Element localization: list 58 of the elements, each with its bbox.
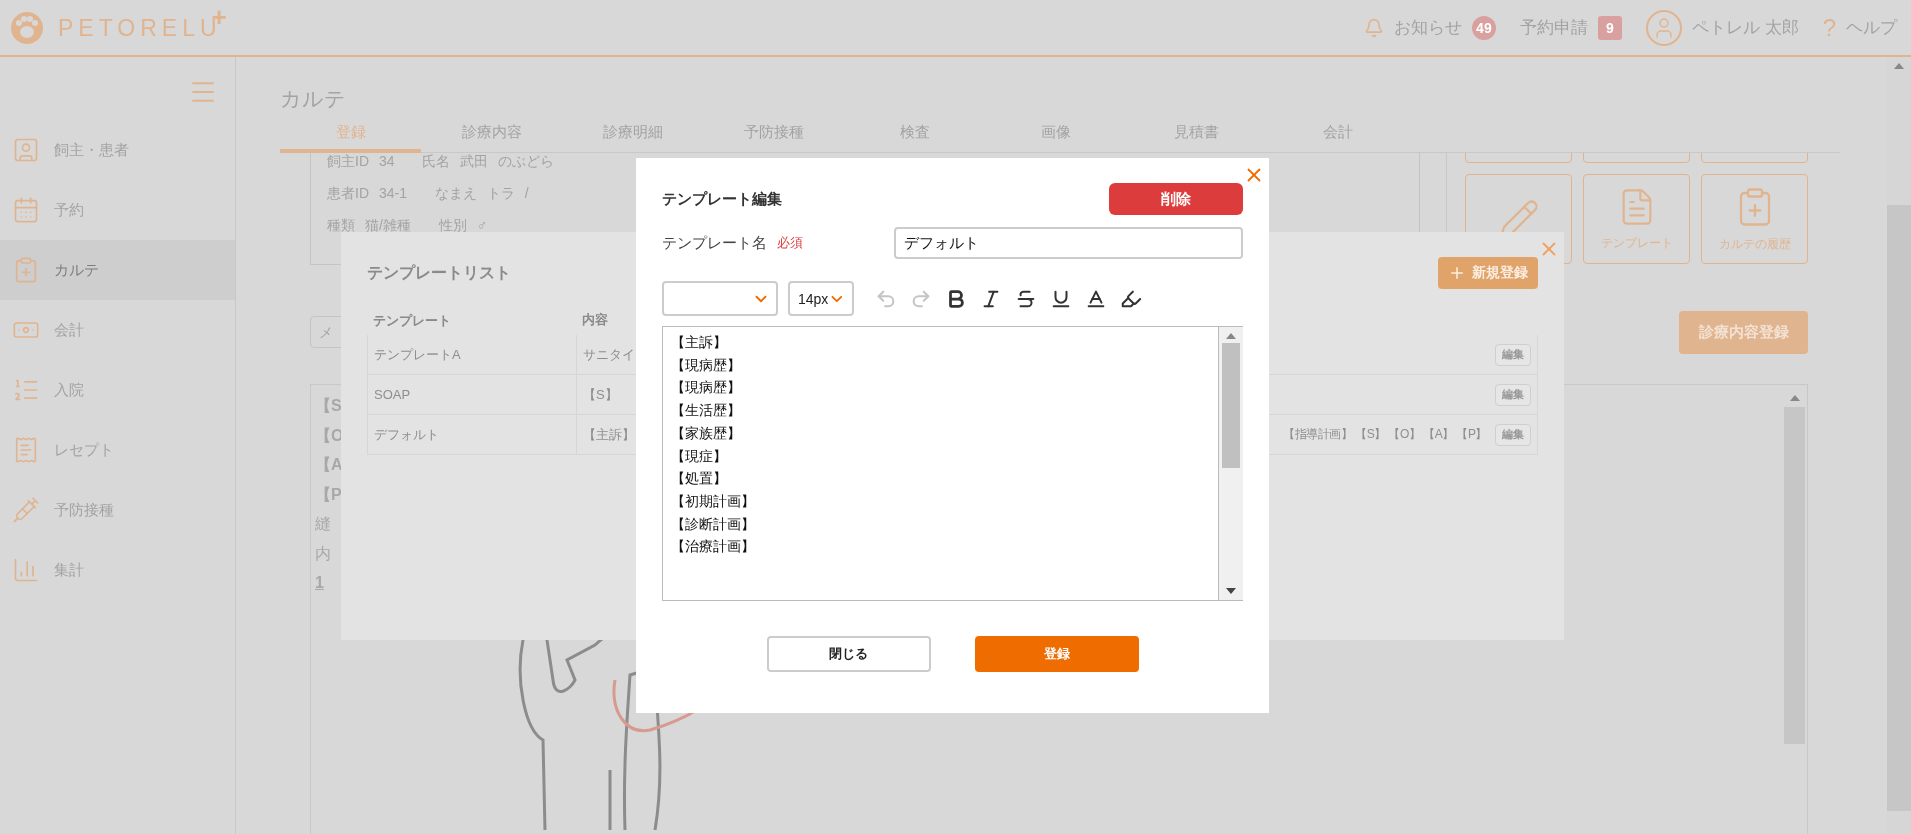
avatar-icon[interactable] bbox=[1645, 9, 1682, 46]
editor-line: 【診断計画】 bbox=[671, 514, 755, 534]
font-select[interactable] bbox=[662, 281, 778, 316]
register-button[interactable]: 登録 bbox=[974, 636, 1139, 672]
edit-button[interactable]: 編集 bbox=[1495, 383, 1531, 406]
scroll-down-icon[interactable] bbox=[1226, 588, 1236, 594]
card-label: テンプレート bbox=[1600, 234, 1673, 252]
help-icon[interactable]: ? bbox=[1822, 13, 1836, 42]
table-cell: デフォルト bbox=[374, 425, 439, 444]
contact-card-icon bbox=[12, 136, 40, 164]
table-cell: サニタイ bbox=[583, 345, 635, 364]
editor-line: 【現症】 bbox=[671, 446, 727, 466]
close-button[interactable]: 閉じる bbox=[766, 636, 931, 672]
editor-area[interactable]: 【主訴】 【現病歴】 【現病歴】 【生活歴】 【家族歴】 【現症】 【処置】 【初期計画】 【診断計画】 【治療計画】 bbox=[662, 326, 1243, 601]
edit-button[interactable]: 編集 bbox=[1495, 343, 1531, 366]
table-cell: 【主訴】 bbox=[583, 425, 635, 444]
editor-line: 【初期計画】 bbox=[671, 491, 755, 511]
shortcut-card[interactable]: カルテの履歴 bbox=[1701, 174, 1808, 264]
table-cell: 【S】 bbox=[583, 385, 618, 404]
template-name-field[interactable]: デフォルト bbox=[894, 227, 1243, 259]
sidebar-label: カルテ bbox=[54, 260, 99, 280]
dialog-title: テンプレートリスト bbox=[367, 262, 511, 283]
editor-line: 【家族歴】 bbox=[671, 423, 741, 443]
edit-button[interactable]: 編集 bbox=[1495, 423, 1531, 446]
editor-line: 【生活歴】 bbox=[671, 401, 741, 421]
column-header: 内容 bbox=[582, 311, 608, 329]
dialog-title: テンプレート編集 bbox=[662, 189, 782, 209]
scrollbar-thumb[interactable] bbox=[1222, 343, 1240, 468]
scroll-up-icon[interactable] bbox=[1894, 63, 1904, 69]
bar-chart-icon bbox=[12, 556, 40, 584]
paw-logo-icon bbox=[10, 10, 44, 45]
editor-line: 【処置】 bbox=[671, 469, 727, 489]
tab[interactable]: 登録 bbox=[280, 123, 421, 153]
register-button[interactable]: 診療内容登録 bbox=[1679, 310, 1808, 354]
syringe-icon bbox=[12, 496, 40, 524]
card-label: カルテの履歴 bbox=[1718, 235, 1791, 253]
calendar-icon bbox=[12, 196, 40, 224]
editor-line: 【現病歴】 bbox=[671, 378, 741, 398]
table-cell: SOAP bbox=[374, 387, 411, 402]
new-template-button[interactable]: 新規登録 bbox=[1438, 257, 1538, 289]
required-label: 必須 bbox=[777, 234, 803, 252]
editor-line: 【治療計画】 bbox=[671, 537, 755, 557]
delete-button[interactable]: 削除 bbox=[1109, 183, 1243, 215]
scroll-up-icon[interactable] bbox=[1226, 333, 1236, 339]
bell-icon[interactable] bbox=[1363, 17, 1384, 38]
plus-icon bbox=[1448, 264, 1466, 282]
editor-line: 【現病歴】 bbox=[671, 355, 741, 375]
requests-count: 9 bbox=[1597, 15, 1622, 40]
column-header: テンプレート bbox=[373, 312, 451, 328]
sidebar-item[interactable]: カルテ bbox=[0, 240, 235, 300]
editor-line: 【主訴】 bbox=[671, 333, 727, 352]
size-select[interactable]: 14px bbox=[788, 281, 854, 316]
scroll-up-icon[interactable] bbox=[1789, 395, 1800, 401]
table-cell: テンプレートA bbox=[374, 345, 461, 364]
notice-count: 49 bbox=[1471, 15, 1496, 40]
table-cell: 【指導計画】 【S】 【O】 【A】 【P】 bbox=[1283, 426, 1487, 443]
shortcut-card[interactable]: テンプレート bbox=[1583, 174, 1690, 264]
field-label: テンプレート名 bbox=[662, 233, 767, 253]
